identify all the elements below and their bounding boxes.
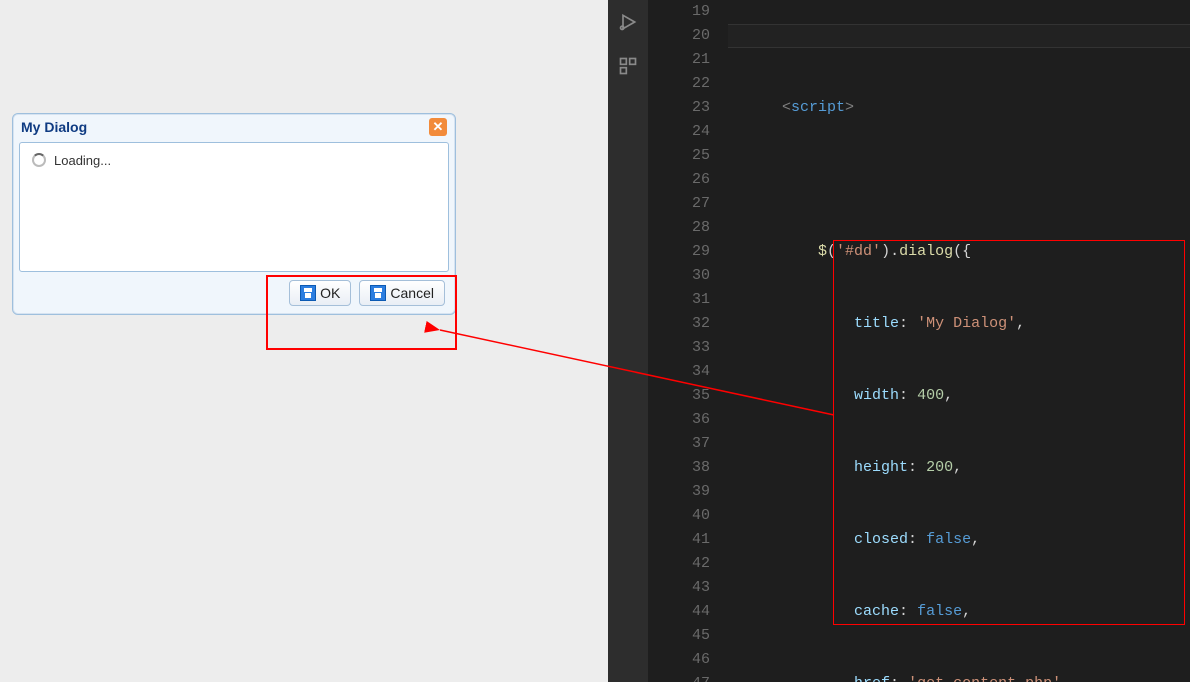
line-number: 25	[648, 144, 710, 168]
code-content[interactable]: <script> $('#dd').dialog({ title: 'My Di…	[728, 0, 1190, 682]
dialog-body: Loading...	[19, 142, 449, 272]
line-number: 28	[648, 216, 710, 240]
ok-button-label: OK	[320, 285, 340, 301]
active-line-highlight	[728, 24, 1190, 48]
line-number: 35	[648, 384, 710, 408]
line-number: 24	[648, 120, 710, 144]
editor-pane: 1920212223242526272829303132333435363738…	[608, 0, 1190, 682]
dialog-title: My Dialog	[21, 119, 87, 135]
line-number: 19	[648, 0, 710, 24]
save-icon	[370, 285, 386, 301]
line-number: 44	[648, 600, 710, 624]
code-editor[interactable]: 1920212223242526272829303132333435363738…	[648, 0, 1190, 682]
line-number: 45	[648, 624, 710, 648]
extensions-icon[interactable]	[616, 54, 640, 78]
line-number: 32	[648, 312, 710, 336]
ok-button[interactable]: OK	[289, 280, 351, 306]
run-debug-icon[interactable]	[616, 10, 640, 34]
line-number: 23	[648, 96, 710, 120]
line-number: 36	[648, 408, 710, 432]
save-icon	[300, 285, 316, 301]
close-icon[interactable]: ✕	[429, 118, 447, 136]
line-number: 41	[648, 528, 710, 552]
line-number: 46	[648, 648, 710, 672]
line-number: 30	[648, 264, 710, 288]
line-number: 43	[648, 576, 710, 600]
line-number: 40	[648, 504, 710, 528]
activity-bar	[608, 0, 648, 682]
dialog-footer: OK Cancel	[13, 272, 455, 314]
line-number: 39	[648, 480, 710, 504]
preview-pane: My Dialog ✕ Loading... OK Cancel	[0, 0, 608, 682]
line-number: 26	[648, 168, 710, 192]
line-number: 42	[648, 552, 710, 576]
annotation-code-highlight	[833, 240, 1185, 625]
cancel-button-label: Cancel	[390, 285, 434, 301]
dialog-window: My Dialog ✕ Loading... OK Cancel	[12, 113, 456, 315]
line-number: 38	[648, 456, 710, 480]
line-number: 20	[648, 24, 710, 48]
loading-spinner-icon	[32, 153, 46, 167]
line-number: 47	[648, 672, 710, 682]
loading-text: Loading...	[54, 153, 111, 168]
line-number: 21	[648, 48, 710, 72]
line-number: 33	[648, 336, 710, 360]
line-number: 34	[648, 360, 710, 384]
line-number-gutter: 1920212223242526272829303132333435363738…	[648, 0, 728, 682]
line-number: 27	[648, 192, 710, 216]
line-number: 22	[648, 72, 710, 96]
line-number: 29	[648, 240, 710, 264]
cancel-button[interactable]: Cancel	[359, 280, 445, 306]
dialog-header[interactable]: My Dialog ✕	[13, 114, 455, 142]
line-number: 31	[648, 288, 710, 312]
line-number: 37	[648, 432, 710, 456]
